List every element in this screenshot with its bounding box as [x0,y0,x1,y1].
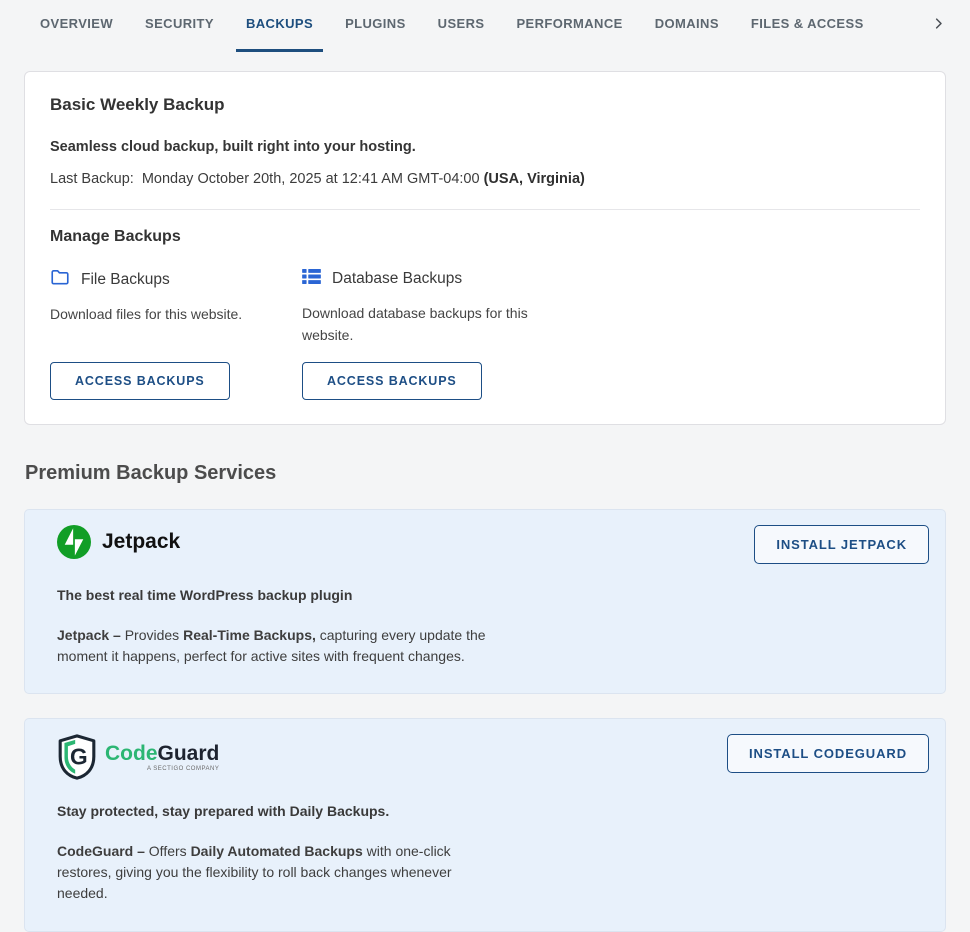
card-divider [50,209,920,210]
manage-backups-columns: File Backups Download files for this web… [50,268,920,400]
section-tabs: OVERVIEW SECURITY BACKUPS PLUGINS USERS … [0,0,970,52]
tab-files-access[interactable]: FILES & ACCESS [741,0,874,52]
jetpack-promo-card: Jetpack INSTALL JETPACK The best real ti… [24,509,946,694]
tab-overview[interactable]: OVERVIEW [30,0,123,52]
svg-text:G: G [70,744,88,770]
premium-backup-services-heading: Premium Backup Services [25,462,946,485]
database-backups-description: Download database backups for this websi… [302,303,530,346]
codeguard-brand: G CodeGuard A SECTIGO COMPANY [57,734,219,780]
card-title: Basic Weekly Backup [50,95,920,115]
tab-performance[interactable]: PERFORMANCE [506,0,632,52]
tab-plugins[interactable]: PLUGINS [335,0,416,52]
access-file-backups-button[interactable]: ACCESS BACKUPS [50,362,230,400]
manage-backups-title: Manage Backups [50,228,920,246]
chevron-right-icon [931,16,946,36]
access-database-backups-button[interactable]: ACCESS BACKUPS [302,362,482,400]
last-backup-line: Last Backup: Monday October 20th, 2025 at… [50,171,920,187]
tab-domains[interactable]: DOMAINS [645,0,729,52]
jetpack-description: Jetpack – Provides Real-Time Backups, ca… [57,625,505,666]
card-subtitle: Seamless cloud backup, built right into … [50,139,920,155]
codeguard-shield-icon: G [57,734,97,780]
last-backup-location: (USA, Virginia) [484,171,585,187]
codeguard-promo-card: G CodeGuard A SECTIGO COMPANY INSTALL CO… [24,718,946,931]
last-backup-value: Monday October 20th, 2025 at 12:41 AM GM… [142,171,480,187]
file-backups-column: File Backups Download files for this web… [50,268,302,400]
jetpack-name: Jetpack [102,530,180,554]
codeguard-description: CodeGuard – Offers Daily Automated Backu… [57,841,505,903]
jetpack-brand: Jetpack [57,525,180,559]
codeguard-tagline: Stay protected, stay prepared with Daily… [57,803,929,819]
tab-users[interactable]: USERS [428,0,495,52]
tab-security[interactable]: SECURITY [135,0,224,52]
jetpack-logo-icon [57,525,91,559]
install-codeguard-button[interactable]: INSTALL CODEGUARD [727,734,929,773]
file-backups-label: File Backups [81,271,170,289]
jetpack-tagline: The best real time WordPress backup plug… [57,587,929,603]
codeguard-name: CodeGuard [105,747,219,764]
install-jetpack-button[interactable]: INSTALL JETPACK [754,525,929,564]
basic-weekly-backup-card: Basic Weekly Backup Seamless cloud backu… [24,71,946,425]
table-list-icon [302,268,321,290]
tabs-overflow-button[interactable] [931,0,946,52]
main-content: Basic Weekly Backup Seamless cloud backu… [0,71,970,932]
file-backups-description: Download files for this website. [50,304,278,326]
last-backup-label: Last Backup: [50,171,134,187]
codeguard-subbrand: A SECTIGO COMPANY [105,766,219,772]
database-backups-label: Database Backups [332,270,462,288]
tab-backups[interactable]: BACKUPS [236,0,323,52]
database-backups-column: Database Backups Download database backu… [302,268,554,400]
folder-icon [50,268,70,291]
